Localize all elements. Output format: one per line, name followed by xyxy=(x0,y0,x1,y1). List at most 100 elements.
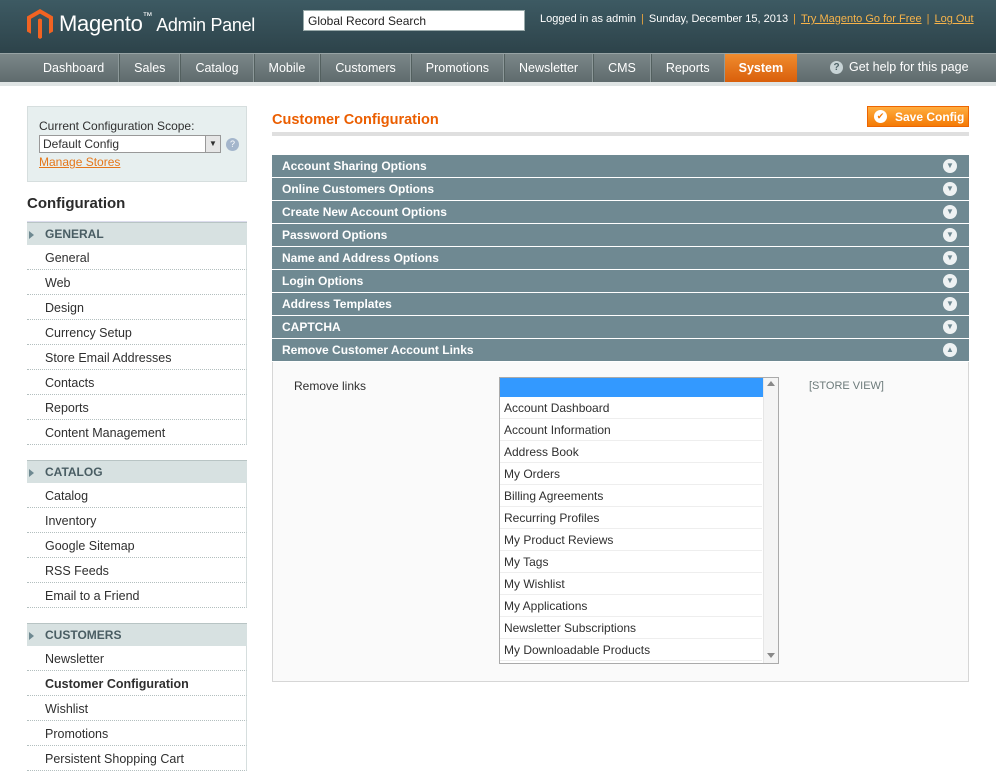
sidebar-item-newsletter[interactable]: Newsletter xyxy=(27,646,247,671)
separator: | xyxy=(793,13,796,25)
sidebar-item-catalog[interactable]: Catalog xyxy=(27,483,247,508)
expand-icon[interactable]: ▼ xyxy=(943,159,957,173)
expand-icon[interactable]: ▼ xyxy=(943,297,957,311)
title-divider xyxy=(272,132,969,136)
save-config-button[interactable]: ✔ Save Config xyxy=(867,106,969,127)
sidebar-item-customer-configuration[interactable]: Customer Configuration xyxy=(27,671,247,696)
remove-links-multiselect[interactable]: Account Dashboard Account Information Ad… xyxy=(499,377,779,664)
nav-system[interactable]: System xyxy=(724,54,798,82)
section-online-customers-options[interactable]: Online Customers Options ▼ xyxy=(272,178,969,200)
nav-newsletter[interactable]: Newsletter xyxy=(504,54,594,82)
group-catalog: CATALOG Catalog Inventory Google Sitemap… xyxy=(27,460,247,608)
try-magento-go-link[interactable]: Try Magento Go for Free xyxy=(801,13,922,25)
help-text: Get help for this page xyxy=(849,60,969,74)
option-account-dashboard[interactable]: Account Dashboard xyxy=(500,397,762,419)
expand-icon[interactable]: ▼ xyxy=(943,251,957,265)
group-header-customers[interactable]: CUSTOMERS xyxy=(27,623,247,646)
nav-customers[interactable]: Customers xyxy=(320,54,411,82)
manage-stores-link[interactable]: Manage Stores xyxy=(39,155,246,169)
sidebar-item-currency-setup[interactable]: Currency Setup xyxy=(27,320,247,345)
sidebar-item-reports[interactable]: Reports xyxy=(27,395,247,420)
section-create-new-account-options[interactable]: Create New Account Options ▼ xyxy=(272,201,969,223)
option-newsletter-subscriptions[interactable]: Newsletter Subscriptions xyxy=(500,617,762,639)
sidebar-item-store-email-addresses[interactable]: Store Email Addresses xyxy=(27,345,247,370)
section-label: Remove Customer Account Links xyxy=(282,343,474,357)
magento-logo[interactable]: Magento™ Admin Panel xyxy=(27,9,255,39)
section-address-templates[interactable]: Address Templates ▼ xyxy=(272,293,969,315)
sidebar-item-web[interactable]: Web xyxy=(27,270,247,295)
nav-divider xyxy=(0,82,996,86)
separator: | xyxy=(641,13,644,25)
log-out-link[interactable]: Log Out xyxy=(934,13,973,25)
nav-mobile[interactable]: Mobile xyxy=(253,54,321,82)
expand-icon[interactable]: ▼ xyxy=(943,274,957,288)
group-customers: CUSTOMERS Newsletter Customer Configurat… xyxy=(27,623,247,771)
section-label: Name and Address Options xyxy=(282,251,439,265)
expand-icon[interactable]: ▼ xyxy=(943,228,957,242)
option-address-book[interactable]: Address Book xyxy=(500,441,762,463)
option-my-applications[interactable]: My Applications xyxy=(500,595,762,617)
logo-text: Magento™ Admin Panel xyxy=(59,11,255,36)
check-icon: ✔ xyxy=(874,110,887,123)
option-my-downloadable-products[interactable]: My Downloadable Products xyxy=(500,639,762,661)
scroll-down-icon[interactable] xyxy=(767,653,775,658)
sidebar-item-rss-feeds[interactable]: RSS Feeds xyxy=(27,558,247,583)
section-captcha[interactable]: CAPTCHA ▼ xyxy=(272,316,969,338)
sidebar-item-content-management[interactable]: Content Management xyxy=(27,420,247,445)
scope-switcher: Current Configuration Scope: Default Con… xyxy=(27,106,247,182)
section-label: Account Sharing Options xyxy=(282,159,427,173)
group-general: GENERAL General Web Design Currency Setu… xyxy=(27,222,247,445)
sidebar-item-design[interactable]: Design xyxy=(27,295,247,320)
option-recurring-profiles[interactable]: Recurring Profiles xyxy=(500,507,762,529)
sidebar-item-contacts[interactable]: Contacts xyxy=(27,370,247,395)
section-password-options[interactable]: Password Options ▼ xyxy=(272,224,969,246)
option-my-tags[interactable]: My Tags xyxy=(500,551,762,573)
section-remove-customer-account-links[interactable]: Remove Customer Account Links ▲ xyxy=(272,339,969,361)
option-my-orders[interactable]: My Orders xyxy=(500,463,762,485)
sidebar-item-persistent-shopping-cart[interactable]: Persistent Shopping Cart xyxy=(27,746,247,771)
scroll-up-icon[interactable] xyxy=(767,381,775,386)
configuration-title: Configuration xyxy=(27,182,247,222)
nav-catalog[interactable]: Catalog xyxy=(180,54,254,82)
sidebar-item-email-to-a-friend[interactable]: Email to a Friend xyxy=(27,583,247,608)
expand-icon[interactable]: ▼ xyxy=(943,205,957,219)
option-billing-agreements[interactable]: Billing Agreements xyxy=(500,485,762,507)
nav-reports[interactable]: Reports xyxy=(650,54,725,82)
nav-cms[interactable]: CMS xyxy=(593,54,651,82)
main-nav: Dashboard Sales Catalog Mobile Customers… xyxy=(0,53,996,82)
save-config-label: Save Config xyxy=(895,109,965,124)
nav-promotions[interactable]: Promotions xyxy=(410,54,505,82)
nav-sales[interactable]: Sales xyxy=(119,54,181,82)
help-hint-icon[interactable]: ? xyxy=(226,137,239,151)
sidebar-item-promotions[interactable]: Promotions xyxy=(27,721,247,746)
header: Magento™Admin Panel Logged in as admin | S… xyxy=(0,0,996,53)
global-search-input[interactable] xyxy=(303,10,525,31)
section-label: CAPTCHA xyxy=(282,320,341,334)
sidebar-item-inventory[interactable]: Inventory xyxy=(27,508,247,533)
option-account-information[interactable]: Account Information xyxy=(500,419,762,441)
expand-icon[interactable]: ▼ xyxy=(943,320,957,334)
listbox-scrollbar[interactable] xyxy=(763,378,778,663)
scope-select[interactable]: Default Config ▼ xyxy=(39,135,221,153)
logged-in-text: Logged in as admin xyxy=(540,13,637,25)
option-my-product-reviews[interactable]: My Product Reviews xyxy=(500,529,762,551)
header-links: Logged in as admin | Sunday, December 15, … xyxy=(540,13,974,25)
option-my-wishlist[interactable]: My Wishlist xyxy=(500,573,762,595)
section-login-options[interactable]: Login Options ▼ xyxy=(272,270,969,292)
section-label: Online Customers Options xyxy=(282,182,435,196)
expand-icon[interactable]: ▼ xyxy=(943,182,957,196)
sidebar-item-google-sitemap[interactable]: Google Sitemap xyxy=(27,533,247,558)
sidebar-item-general[interactable]: General xyxy=(27,245,247,270)
group-header-general[interactable]: GENERAL xyxy=(27,222,247,245)
nav-dashboard[interactable]: Dashboard xyxy=(29,54,120,82)
chevron-down-icon: ▼ xyxy=(205,136,220,152)
section-account-sharing-options[interactable]: Account Sharing Options ▼ xyxy=(272,155,969,177)
selected-option-blank[interactable] xyxy=(500,378,778,397)
sidebar-item-wishlist[interactable]: Wishlist xyxy=(27,696,247,721)
sidebar: Current Configuration Scope: Default Con… xyxy=(27,106,247,771)
collapse-icon[interactable]: ▲ xyxy=(943,343,957,357)
group-header-catalog[interactable]: CATALOG xyxy=(27,460,247,483)
magento-logo-icon xyxy=(27,9,53,39)
section-name-and-address-options[interactable]: Name and Address Options ▼ xyxy=(272,247,969,269)
help-link[interactable]: ? Get help for this page xyxy=(830,60,969,74)
